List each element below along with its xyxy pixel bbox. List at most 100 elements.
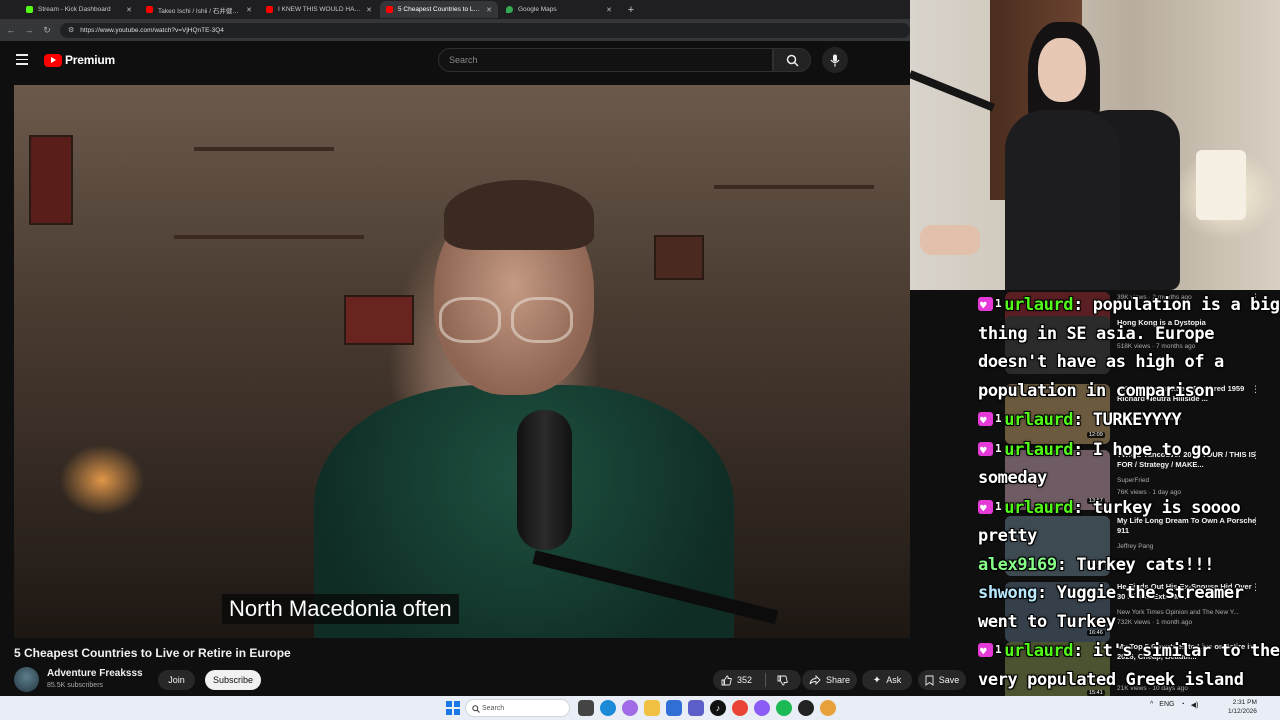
teams-icon[interactable] bbox=[688, 700, 704, 716]
like-divider bbox=[765, 673, 767, 687]
dislike-button[interactable] bbox=[777, 675, 788, 686]
tab-title: Stream - Kick Dashboard bbox=[38, 6, 111, 13]
video-scene-shelf bbox=[174, 235, 364, 239]
webcam-scene-lamp bbox=[1196, 150, 1246, 220]
browser-tab[interactable]: Google Maps ✕ bbox=[500, 1, 618, 18]
chat-text: TURKEYYYY bbox=[1092, 410, 1182, 430]
save-button[interactable]: Save bbox=[918, 670, 966, 690]
chat-message: 1urlaurd: TURKEYYYY bbox=[978, 405, 1280, 436]
youtube-premium-logo[interactable]: Premium bbox=[44, 53, 115, 67]
browser-tab[interactable]: I KNEW THIS WOULD HAPPEN ✕ bbox=[260, 1, 378, 18]
screen: Stream - Kick Dashboard ✕ Takeo Ischi / I… bbox=[0, 0, 1280, 720]
sparkle-icon: ✦ bbox=[872, 674, 882, 686]
chevron-up-icon[interactable]: ^ bbox=[1150, 701, 1153, 709]
thumbs-down-icon bbox=[777, 675, 788, 685]
share-icon bbox=[809, 675, 821, 685]
bookmark-icon bbox=[925, 675, 934, 686]
chat-message: shwong: Yuggie the streamer went to Turk… bbox=[978, 583, 1244, 632]
badge-count: 1 bbox=[995, 441, 1002, 455]
copilot-icon[interactable] bbox=[622, 700, 638, 716]
share-button[interactable]: Share bbox=[802, 670, 857, 690]
video-title: 5 Cheapest Countries to Live or Retire i… bbox=[14, 646, 291, 660]
store-icon[interactable] bbox=[666, 700, 682, 716]
youtube-play-icon bbox=[44, 53, 62, 67]
webcam-scene-face bbox=[1038, 38, 1086, 102]
hamburger-menu-icon[interactable] bbox=[16, 54, 28, 65]
search-button[interactable] bbox=[773, 48, 811, 72]
browser-tab[interactable]: Stream - Kick Dashboard ✕ bbox=[20, 1, 138, 18]
start-menu-icon[interactable] bbox=[446, 701, 460, 715]
search-icon bbox=[472, 705, 480, 713]
ask-button[interactable]: ✦ Ask bbox=[862, 670, 912, 690]
tab-close-icon[interactable]: ✕ bbox=[366, 6, 372, 14]
taskbar-search[interactable]: Search bbox=[465, 699, 570, 717]
video-player[interactable]: North Macedonia often bbox=[14, 85, 910, 638]
obs-icon[interactable] bbox=[798, 700, 814, 716]
browser-tab-active[interactable]: 5 Cheapest Countries to Live o ✕ bbox=[380, 1, 498, 18]
chat-message: 1urlaurd: turkey is soooo pretty bbox=[978, 493, 1280, 551]
badge-count: 1 bbox=[995, 412, 1002, 425]
tab-close-icon[interactable]: ✕ bbox=[606, 6, 612, 14]
tiktok-icon[interactable]: ♪ bbox=[710, 700, 726, 716]
video-scene-shelf bbox=[714, 185, 874, 189]
like-button[interactable]: 352 bbox=[721, 675, 752, 686]
join-button[interactable]: Join bbox=[158, 670, 195, 690]
edge-browser-icon[interactable] bbox=[600, 700, 616, 716]
video-scene-presenter-hair bbox=[444, 180, 594, 250]
voice-search-button[interactable] bbox=[822, 47, 848, 73]
back-icon[interactable]: ← bbox=[6, 25, 16, 35]
forward-icon[interactable]: → bbox=[24, 25, 34, 35]
language-indicator[interactable]: ENG bbox=[1159, 701, 1174, 709]
maps-favicon-icon bbox=[506, 6, 513, 13]
tab-close-icon[interactable]: ✕ bbox=[246, 6, 252, 14]
taskbar-search-label: Search bbox=[482, 704, 505, 712]
stream-chat-overlay: 1urlaurd: population is a big thing in S… bbox=[978, 290, 1280, 720]
ask-label: Ask bbox=[886, 675, 902, 685]
channel-row: Adventure Freaksss 85.5K subscribers Joi… bbox=[14, 667, 910, 693]
system-clock[interactable]: 2:31 PM 1/12/2026 bbox=[1228, 698, 1257, 716]
system-tray[interactable]: ^ ENG ◔ ◀) bbox=[1150, 701, 1198, 709]
video-scene-microphone bbox=[517, 410, 572, 550]
chat-username: urlaurd bbox=[1004, 439, 1074, 460]
new-tab-button[interactable]: + bbox=[624, 3, 638, 17]
chat-username: shwong bbox=[978, 583, 1038, 603]
subscribe-button[interactable]: Subscribe bbox=[205, 670, 261, 690]
search-input[interactable]: Search bbox=[438, 48, 773, 72]
like-dislike-group: 352 bbox=[713, 670, 801, 690]
webcam-scene-hand bbox=[920, 225, 980, 255]
video-scene-glasses-right bbox=[511, 297, 573, 343]
clock-date: 1/12/2026 bbox=[1228, 708, 1257, 715]
tab-close-icon[interactable]: ✕ bbox=[126, 6, 132, 14]
browser-tab[interactable]: Takeo Ischi / Ishii / 石井健雄 - Y ✕ bbox=[140, 1, 258, 18]
wifi-icon[interactable]: ◔ bbox=[1180, 701, 1184, 709]
chrome-icon[interactable] bbox=[732, 700, 748, 716]
webcam-scene-mic-arm bbox=[910, 70, 995, 112]
chat-message: 1urlaurd: population is a big thing in S… bbox=[978, 290, 1280, 405]
url-input[interactable]: ⚙ https://www.youtube.com/watch?v=VjHQnT… bbox=[60, 22, 910, 38]
tab-close-icon[interactable]: ✕ bbox=[486, 6, 492, 14]
chat-message: alex9169: Turkey cats!!! bbox=[978, 554, 1215, 575]
channel-name[interactable]: Adventure Freaksss bbox=[47, 668, 143, 679]
volume-icon[interactable]: ◀) bbox=[1191, 701, 1199, 709]
video-scene-shelf bbox=[194, 147, 334, 151]
windows-taskbar: Search ♪ ^ ENG ◔ ◀) 2:31 PM 1/12/2026 bbox=[0, 696, 1280, 720]
chat-message: 1urlaurd: I hope to go someday bbox=[978, 435, 1280, 493]
webcam-overlay bbox=[910, 0, 1280, 290]
file-explorer-icon[interactable] bbox=[644, 700, 660, 716]
tab-title: Google Maps bbox=[518, 6, 557, 13]
task-view-icon[interactable] bbox=[578, 700, 594, 716]
site-info-icon[interactable]: ⚙ bbox=[68, 26, 74, 34]
thumbs-up-icon bbox=[721, 675, 732, 685]
browser-tab-strip: Stream - Kick Dashboard ✕ Takeo Ischi / I… bbox=[0, 0, 910, 19]
spotify-icon[interactable] bbox=[776, 700, 792, 716]
chat-username: urlaurd bbox=[1004, 410, 1074, 430]
subscriber-badge-icon bbox=[978, 638, 993, 667]
messenger-icon[interactable] bbox=[754, 700, 770, 716]
video-scene-glasses-left bbox=[439, 297, 501, 343]
tab-title: I KNEW THIS WOULD HAPPEN bbox=[278, 6, 361, 13]
chrome-canary-icon[interactable] bbox=[820, 700, 836, 716]
channel-avatar[interactable] bbox=[14, 667, 39, 692]
reload-icon[interactable]: ↻ bbox=[42, 25, 52, 36]
share-label: Share bbox=[825, 675, 851, 685]
subscriber-badge-icon bbox=[978, 495, 993, 523]
